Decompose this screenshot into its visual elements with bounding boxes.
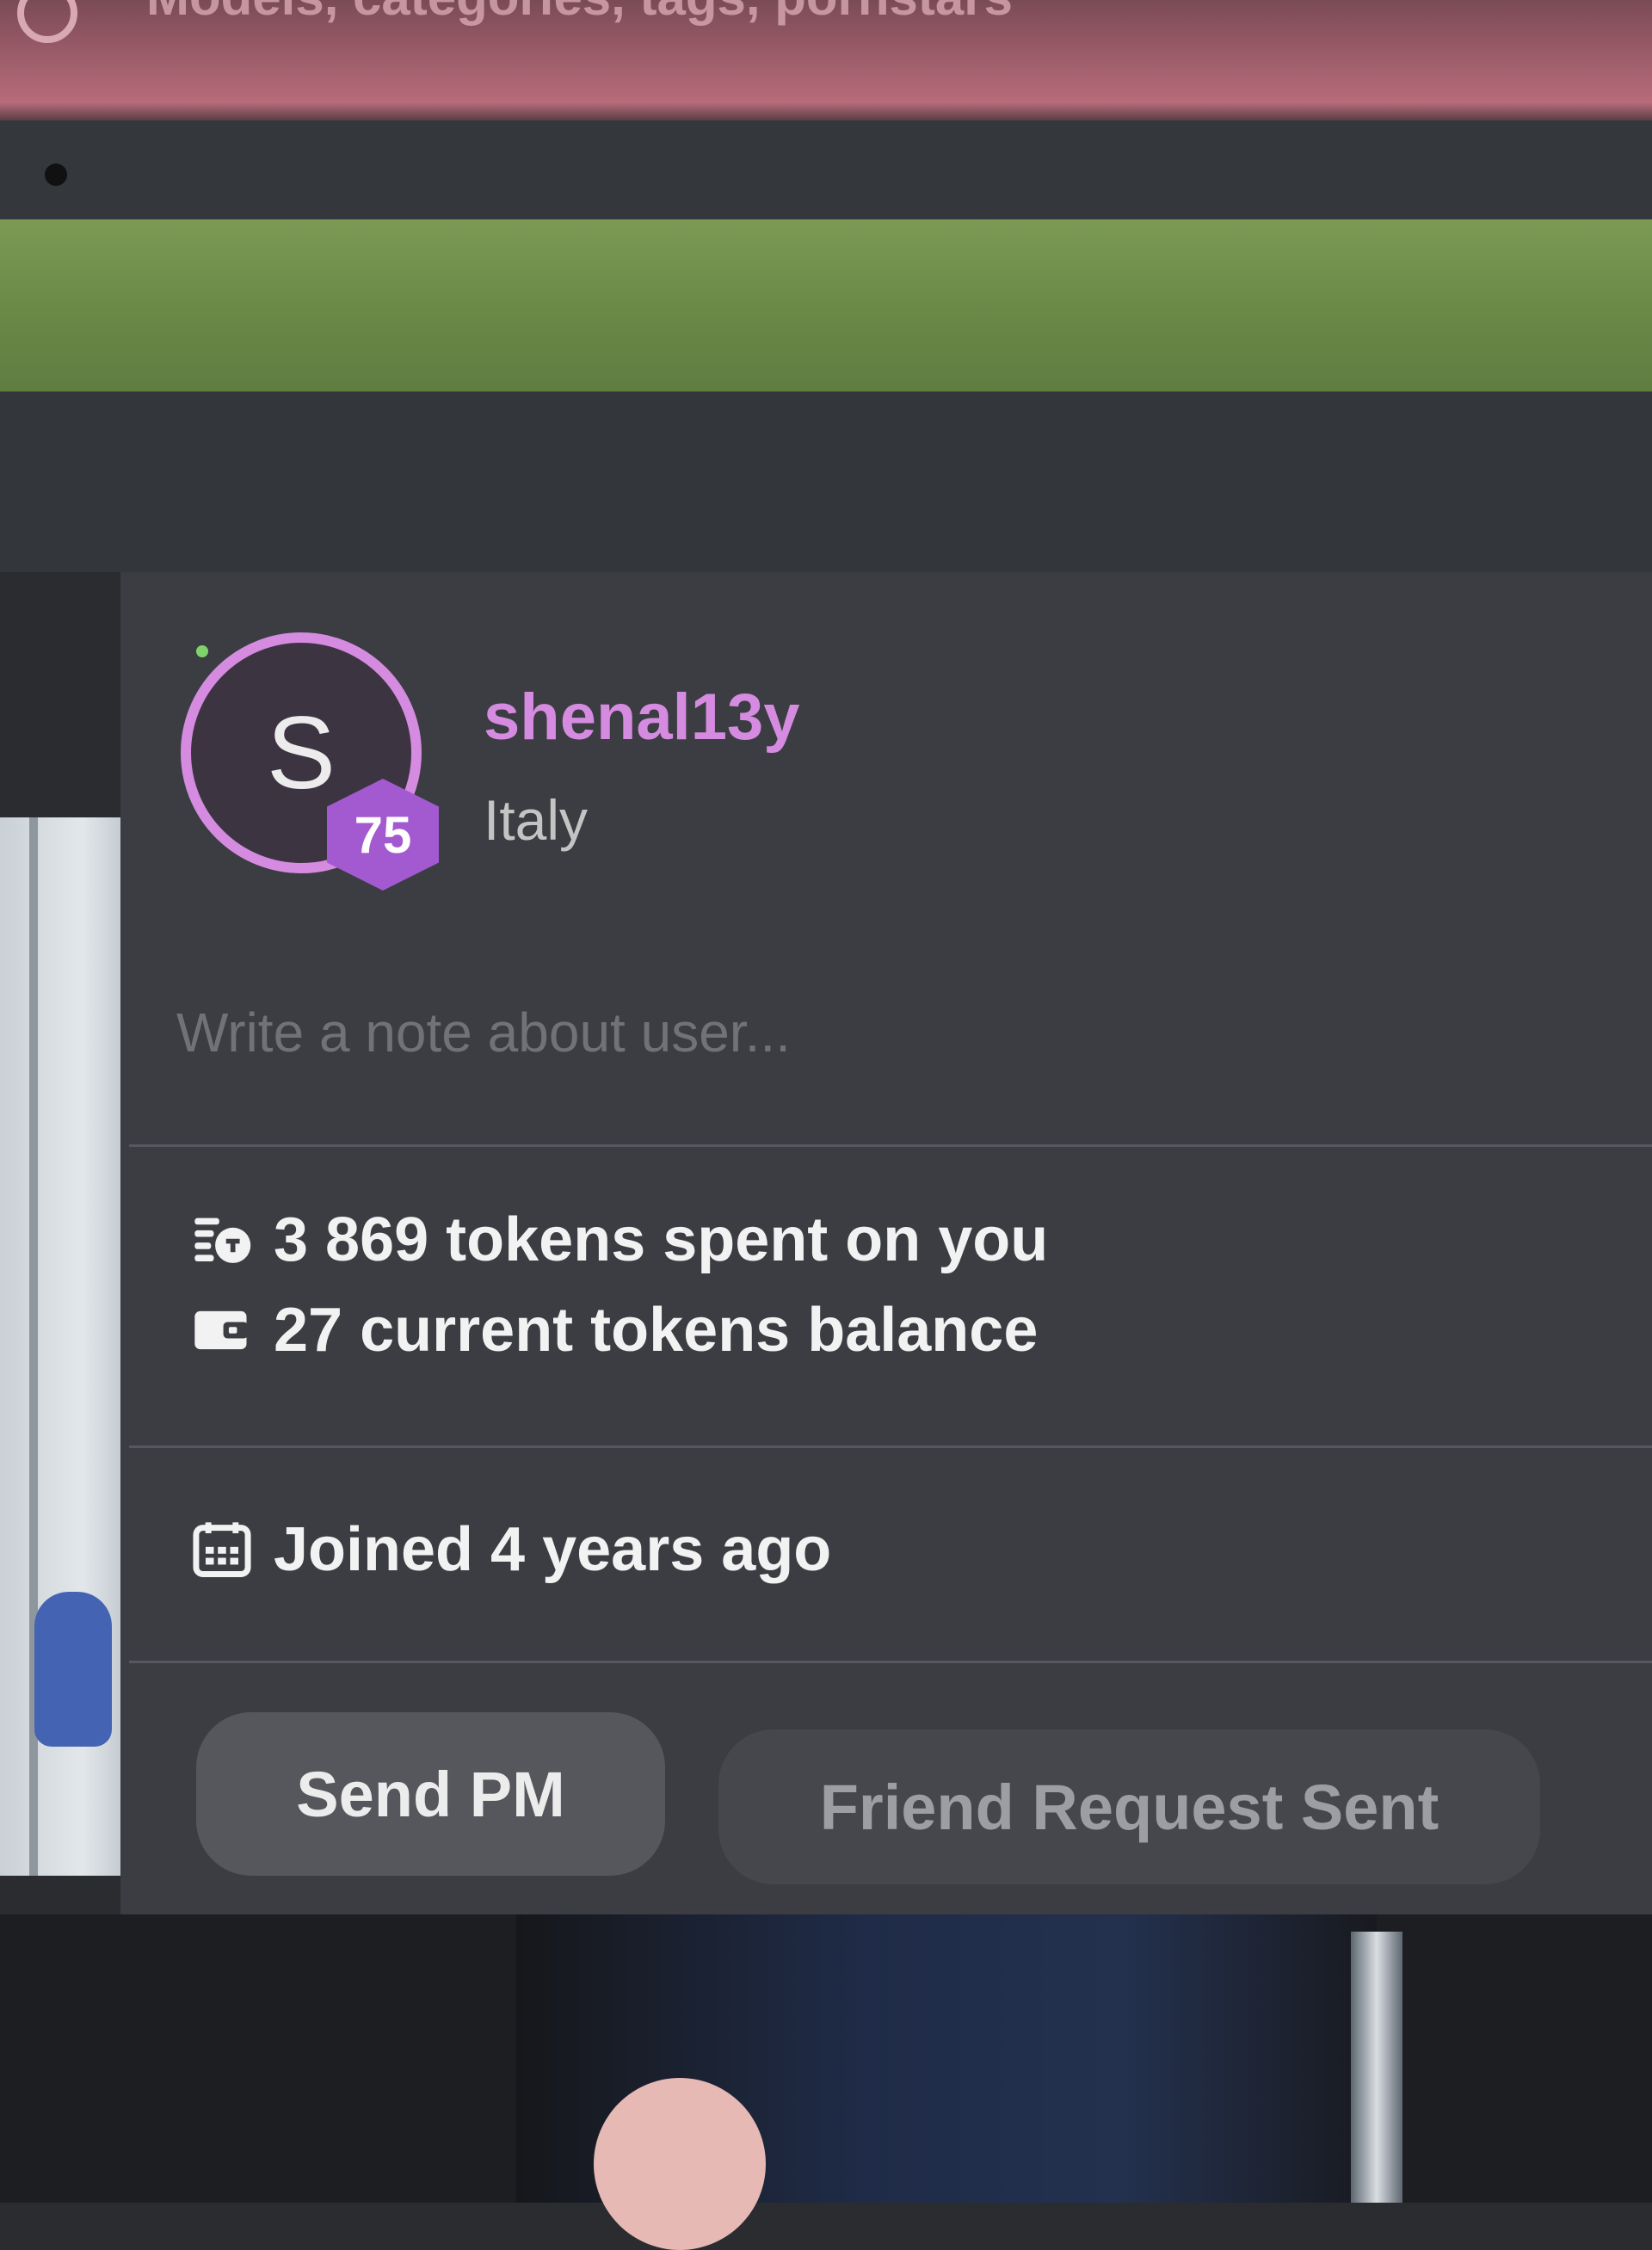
- background-photo-detail: [594, 2078, 766, 2250]
- joined-text: Joined 4 years ago: [274, 1515, 832, 1584]
- user-country: Italy: [484, 788, 589, 852]
- toolbar-strip: [0, 120, 1652, 219]
- calendar-icon: [193, 1522, 251, 1577]
- divider: [129, 1144, 1652, 1147]
- promo-banner: [0, 219, 1652, 391]
- search-icon[interactable]: [17, 0, 77, 43]
- background-video-area: [0, 1914, 1652, 2250]
- divider: [129, 1661, 1652, 1663]
- tokens-balance-text: 27 current tokens balance: [274, 1296, 1039, 1365]
- send-pm-button[interactable]: Send PM: [196, 1712, 665, 1876]
- joined-row: Joined 4 years ago: [189, 1514, 831, 1585]
- tokens-balance-row: 27 current tokens balance: [189, 1295, 1038, 1365]
- status-dot: [45, 163, 67, 186]
- background-photo-bar: [1351, 1932, 1402, 2203]
- search-field-text[interactable]: Models, categories, tags, pornstars: [146, 0, 1013, 27]
- top-search-bar[interactable]: Models, categories, tags, pornstars: [0, 0, 1652, 120]
- tokens-spent-row: 3 869 tokens spent on you: [189, 1205, 1048, 1275]
- page-background: [0, 391, 1652, 572]
- online-indicator: [196, 645, 208, 657]
- username-link[interactable]: shenal13y: [484, 680, 800, 755]
- user-note-input[interactable]: [176, 989, 1553, 1076]
- wallet-icon: [194, 1310, 249, 1350]
- background-thumbnail: [0, 817, 138, 1876]
- tokens-spent-text: 3 869 tokens spent on you: [274, 1205, 1049, 1274]
- divider: [129, 1446, 1652, 1448]
- friend-request-button[interactable]: Friend Request Sent: [718, 1729, 1540, 1884]
- coins-icon: [194, 1217, 251, 1263]
- thumbnail-object: [34, 1592, 112, 1747]
